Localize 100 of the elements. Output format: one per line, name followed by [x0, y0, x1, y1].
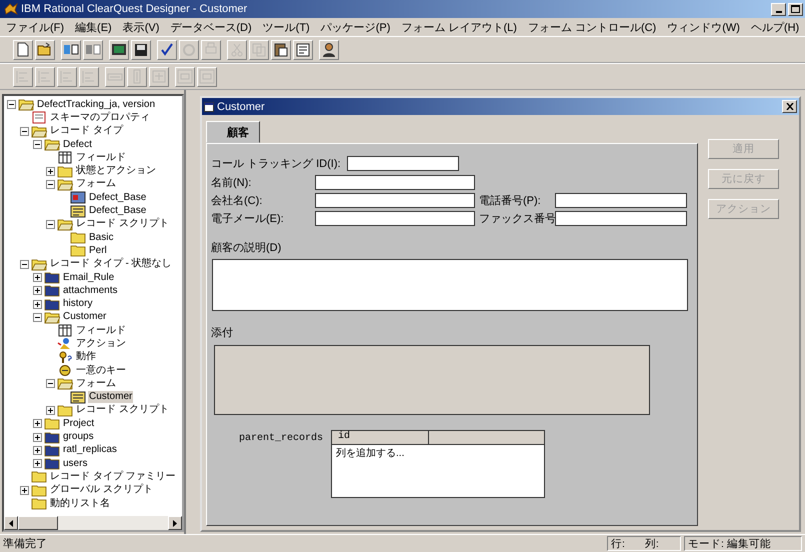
maximize-button[interactable] [788, 2, 803, 16]
tree-item[interactable]: フォーム [75, 178, 117, 190]
tree-item[interactable]: レコード タイプ - 状態なし [49, 258, 173, 270]
tree-item[interactable]: フィールド [75, 152, 127, 164]
connect-icon[interactable] [61, 40, 81, 60]
menu-item[interactable]: ウィンドウ(W) [667, 20, 740, 34]
close-button[interactable] [782, 100, 797, 113]
expander-icon[interactable] [33, 419, 42, 428]
tree-item[interactable]: 動作 [75, 351, 97, 364]
expander-icon[interactable] [33, 459, 42, 468]
tree-item[interactable]: フォーム [75, 378, 117, 390]
open-icon[interactable] [35, 40, 55, 60]
expander-icon[interactable] [33, 312, 42, 322]
tree-item[interactable]: users [62, 458, 88, 470]
tree-item[interactable]: DefectTracking_ja, version [36, 98, 156, 111]
scroll-right-icon[interactable] [173, 520, 177, 526]
expander-icon[interactable] [20, 486, 29, 495]
tree-item[interactable]: attachments [62, 284, 118, 297]
folder-icon [44, 417, 60, 430]
expander-icon[interactable] [46, 406, 55, 415]
tree-item[interactable]: Project [62, 418, 96, 430]
input-field[interactable] [346, 156, 459, 171]
menu-item[interactable]: パッケージ(P) [320, 20, 390, 34]
field-label: 添付 [211, 326, 234, 340]
menu-item[interactable]: 編集(E) [75, 20, 112, 34]
expander-icon[interactable] [46, 220, 55, 229]
menu-item[interactable]: データベース(D) [170, 20, 252, 34]
new-icon[interactable] [13, 40, 33, 60]
text-area[interactable] [212, 259, 688, 311]
tree-item[interactable]: レコード スクリプト [75, 218, 170, 230]
menu-item[interactable]: フォーム コントロール(C) [528, 20, 656, 34]
tree-item[interactable]: Defect_Base [88, 192, 148, 204]
save-icon[interactable] [131, 40, 151, 60]
form-icon [70, 390, 86, 404]
menu-item[interactable]: ファイル(F) [6, 20, 64, 34]
check-icon[interactable] [157, 40, 177, 60]
folder-icon [57, 178, 73, 191]
attachment-list[interactable] [214, 345, 650, 415]
close-icon [786, 103, 794, 110]
tree-item[interactable]: スキーマのプロパティ [49, 112, 151, 124]
expander-icon[interactable] [33, 140, 42, 150]
tree-item[interactable]: レコード スクリプト [75, 404, 170, 416]
input-field[interactable] [315, 175, 475, 190]
expander-icon[interactable] [20, 126, 29, 136]
minimize-button[interactable] [771, 2, 786, 16]
menu-item[interactable]: ヘルプ(H) [750, 20, 800, 34]
person-icon[interactable] [319, 40, 339, 60]
input-field[interactable] [315, 193, 475, 208]
tree-item[interactable]: レコード タイプ [49, 125, 124, 138]
form-tab[interactable]: 顧客 [206, 121, 260, 143]
tree-item[interactable]: history [62, 298, 94, 310]
tree-item[interactable]: アクション [75, 338, 127, 350]
table-row[interactable]: 列を追加する... [332, 445, 544, 461]
field-label: 電子メール(E): [211, 212, 285, 226]
tree-item[interactable]: レコード タイプ ファミリー [49, 470, 177, 483]
record-folder-icon [44, 271, 60, 284]
input-field[interactable] [555, 193, 687, 208]
tree-item[interactable]: Customer [62, 311, 108, 324]
folder-icon [70, 244, 86, 258]
menu-item[interactable]: フォーム レイアウト(L) [401, 20, 517, 34]
scroll-left-icon[interactable] [9, 520, 13, 526]
tree-item[interactable]: Perl [88, 244, 108, 257]
expander-icon[interactable] [33, 446, 42, 455]
expander-icon[interactable] [33, 432, 42, 442]
tree-item[interactable]: 状態とアクション [75, 165, 157, 178]
expander-icon[interactable] [46, 180, 55, 189]
expander-icon[interactable] [33, 286, 42, 296]
horizontal-scrollbar[interactable] [4, 516, 182, 530]
input-field[interactable] [555, 211, 687, 226]
properties-icon[interactable] [293, 40, 313, 60]
form-alt-icon [70, 191, 86, 204]
record-folder-icon [44, 430, 60, 444]
disconnect-icon[interactable] [83, 40, 103, 60]
folder-icon [57, 377, 73, 390]
field-label: コール トラッキング ID(I): [211, 157, 341, 171]
tree-item[interactable]: groups [62, 431, 95, 444]
tree-item[interactable]: Defect_Base [88, 205, 148, 218]
tree-item[interactable]: Basic [88, 232, 114, 244]
folder-icon [70, 231, 86, 244]
tree-item[interactable]: Defect [62, 138, 93, 151]
monitor-icon[interactable] [109, 40, 129, 60]
tree-item[interactable]: Customer [88, 391, 134, 404]
expander-icon[interactable] [20, 260, 29, 269]
menu-item[interactable]: ツール(T) [262, 20, 310, 34]
tree-item[interactable]: 一意のキー [75, 364, 127, 377]
row-indicator: 行: [611, 536, 625, 550]
paste-icon[interactable] [271, 40, 291, 60]
record-table[interactable]: id 列を追加する... [331, 430, 546, 498]
tree-item[interactable]: ratl_replicas [62, 444, 118, 456]
menu-item[interactable]: 表示(V) [122, 20, 160, 34]
expander-icon[interactable] [33, 300, 42, 309]
expander-icon[interactable] [46, 166, 55, 176]
tree-item[interactable]: グローバル スクリプト [49, 484, 154, 496]
tree-item[interactable]: Email_Rule [62, 272, 116, 284]
input-field[interactable] [315, 211, 475, 226]
expander-icon[interactable] [46, 379, 55, 388]
tree-item[interactable]: フィールド [75, 324, 127, 337]
expander-icon[interactable] [7, 100, 16, 110]
tree-item[interactable]: 動的リスト名 [49, 498, 111, 510]
expander-icon[interactable] [33, 273, 42, 282]
